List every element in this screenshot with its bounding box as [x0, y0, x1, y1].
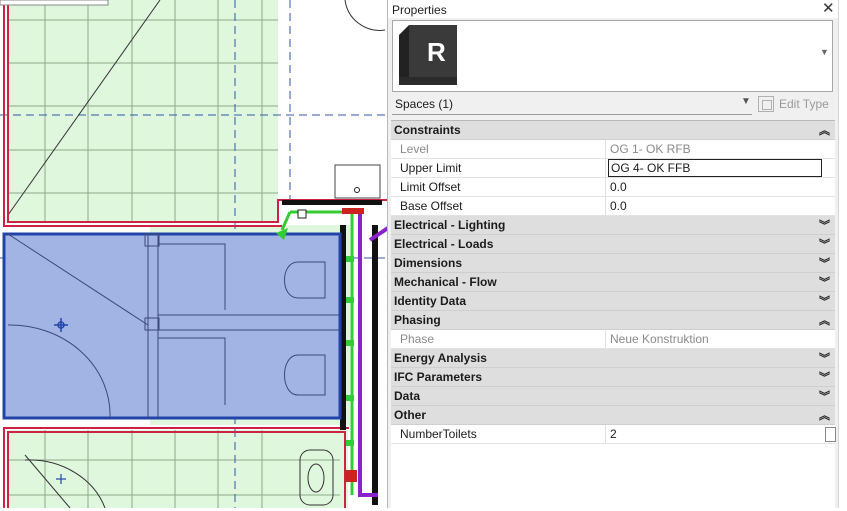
- instance-filter-value: Spaces (1): [395, 97, 454, 111]
- property-name: NumberToilets: [400, 427, 477, 441]
- group-header-dimensions[interactable]: Dimensions ︾: [391, 254, 835, 273]
- revit-logo-icon: R: [399, 25, 457, 85]
- group-name: Identity Data: [394, 294, 467, 308]
- group-header-data[interactable]: Data ︾: [391, 387, 835, 406]
- logo-letter: R: [427, 37, 446, 67]
- property-name: Upper Limit: [400, 161, 462, 175]
- chevron-double-down-icon[interactable]: ︾: [819, 274, 830, 290]
- edit-type-label: Edit Type: [779, 97, 829, 111]
- property-value: OG 1- OK RFB: [610, 142, 691, 156]
- group-name: Energy Analysis: [394, 351, 487, 365]
- chevron-down-icon[interactable]: ▼: [741, 96, 751, 107]
- group-header-energy-analysis[interactable]: Energy Analysis ︾: [391, 349, 835, 368]
- chevron-double-down-icon[interactable]: ︾: [819, 217, 830, 233]
- chevron-double-down-icon[interactable]: ︾: [819, 236, 830, 252]
- group-header-electrical-loads[interactable]: Electrical - Loads ︾: [391, 235, 835, 254]
- value-checkbox[interactable]: [825, 427, 836, 442]
- group-header-identity-data[interactable]: Identity Data ︾: [391, 292, 835, 311]
- property-value[interactable]: 0.0: [610, 199, 627, 213]
- group-name: Data: [394, 389, 421, 403]
- property-value-input[interactable]: OG 4- OK FFB: [608, 159, 822, 177]
- group-header-ifc-parameters[interactable]: IFC Parameters ︾: [391, 368, 835, 387]
- property-name: Phase: [400, 332, 435, 346]
- group-name: Mechanical - Flow: [394, 275, 497, 289]
- group-header-constraints[interactable]: Constraints ︽: [391, 121, 835, 140]
- instance-filter[interactable]: Spaces (1) ▼: [392, 93, 752, 115]
- chevron-double-up-icon[interactable]: ︽: [819, 407, 830, 423]
- palette-titlebar: Properties ✕: [388, 0, 838, 18]
- property-name: Level: [400, 142, 429, 156]
- room-fill-bottom: [8, 430, 348, 508]
- group-header-electrical-lighting[interactable]: Electrical - Lighting ︾: [391, 216, 835, 235]
- group-name: Other: [394, 408, 427, 422]
- floor-plan-view[interactable]: [0, 0, 388, 508]
- property-value[interactable]: 2: [610, 427, 617, 441]
- group-header-other[interactable]: Other ︽: [391, 406, 835, 425]
- drawing-canvas[interactable]: [0, 0, 388, 508]
- type-selector[interactable]: R ▼: [392, 20, 833, 92]
- room-fill-top: [8, 0, 278, 222]
- property-row-phase: Phase Neue Konstruktion: [391, 330, 835, 349]
- property-row-base-offset[interactable]: Base Offset 0.0: [391, 197, 835, 216]
- group-name: Phasing: [394, 313, 441, 327]
- group-header-phasing[interactable]: Phasing ︽: [391, 311, 835, 330]
- property-name: Limit Offset: [400, 180, 461, 194]
- property-name: Base Offset: [400, 199, 463, 213]
- property-value: OG 4- OK FFB: [611, 161, 691, 175]
- group-name: Electrical - Loads: [394, 237, 494, 251]
- chevron-double-down-icon[interactable]: ︾: [819, 388, 830, 404]
- palette-title: Properties: [392, 3, 447, 17]
- chevron-double-down-icon[interactable]: ︾: [819, 350, 830, 366]
- chevron-double-down-icon[interactable]: ︾: [819, 293, 830, 309]
- property-row-numbertoilets[interactable]: NumberToilets 2: [391, 425, 836, 444]
- property-value: Neue Konstruktion: [610, 332, 709, 346]
- chevron-double-up-icon[interactable]: ︽: [819, 122, 830, 138]
- property-row-level: Level OG 1- OK RFB: [391, 140, 835, 159]
- group-header-mechanical-flow[interactable]: Mechanical - Flow ︾: [391, 273, 835, 292]
- palette-edge: [838, 0, 847, 508]
- property-value[interactable]: 0.0: [610, 180, 627, 194]
- group-name: Constraints: [394, 123, 461, 137]
- close-icon[interactable]: ✕: [822, 0, 835, 18]
- chevron-double-down-icon[interactable]: ︾: [819, 255, 830, 271]
- chevron-double-down-icon[interactable]: ︾: [819, 369, 830, 385]
- edit-type-icon: [758, 96, 774, 112]
- property-row-limit-offset[interactable]: Limit Offset 0.0: [391, 178, 835, 197]
- edit-type-button[interactable]: Edit Type: [758, 95, 834, 113]
- property-row-upper-limit[interactable]: Upper Limit OG 4- OK FFB: [391, 159, 835, 178]
- properties-palette: Properties ✕ R ▼ Spaces (1) ▼ Edit Type …: [387, 0, 847, 511]
- type-dropdown-icon[interactable]: ▼: [820, 47, 829, 57]
- group-name: Dimensions: [394, 256, 463, 270]
- properties-grid: Constraints ︽ Level OG 1- OK RFB Upper Limit…: [391, 120, 836, 511]
- group-name: Electrical - Lighting: [394, 218, 506, 232]
- group-name: IFC Parameters: [394, 370, 483, 384]
- chevron-double-up-icon[interactable]: ︽: [819, 312, 830, 328]
